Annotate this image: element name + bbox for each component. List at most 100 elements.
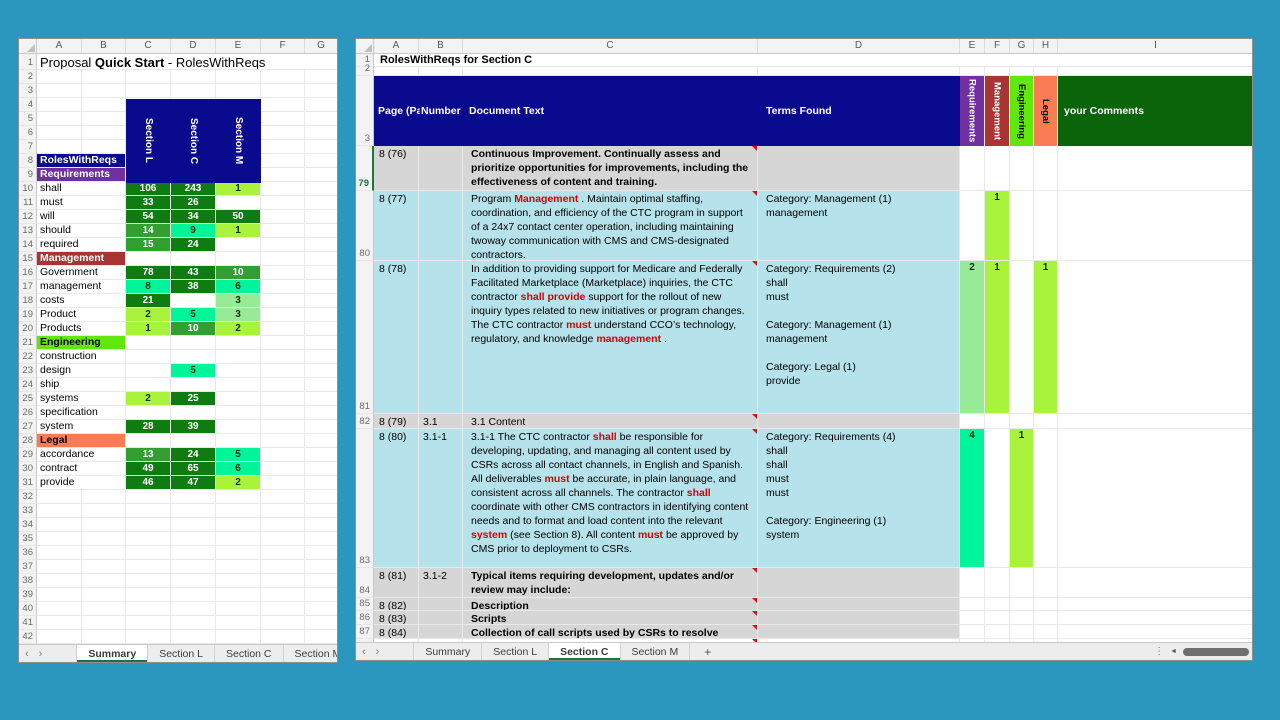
empty-cell[interactable] <box>126 602 171 616</box>
term-count-cell[interactable]: 5 <box>171 308 216 322</box>
empty-cell[interactable] <box>216 504 261 518</box>
sheet-nav-left-icon[interactable]: ‹ <box>362 646 366 658</box>
select-all-corner[interactable] <box>19 39 37 53</box>
empty-cell[interactable] <box>261 490 305 504</box>
empty-cell[interactable] <box>261 266 305 280</box>
document-text-cell[interactable]: Description <box>463 598 758 611</box>
empty-cell[interactable] <box>985 67 1010 76</box>
column-header[interactable]: C <box>126 39 171 53</box>
term-count-cell[interactable]: 10 <box>171 322 216 336</box>
empty-cell[interactable] <box>82 126 126 140</box>
column-header[interactable]: C <box>463 39 758 53</box>
empty-cell[interactable] <box>216 616 261 630</box>
workbook-title-cell[interactable]: Proposal Quick Start - RolesWithReqs <box>37 54 337 70</box>
empty-cell[interactable] <box>216 602 261 616</box>
term-label-cell[interactable]: should <box>37 224 126 238</box>
empty-cell[interactable] <box>126 588 171 602</box>
empty-cell[interactable] <box>985 429 1010 568</box>
number-cell[interactable] <box>419 625 463 639</box>
empty-cell[interactable] <box>1034 146 1058 191</box>
row-header[interactable]: 23 <box>19 364 37 378</box>
empty-cell[interactable] <box>37 616 82 630</box>
row-header[interactable]: 25 <box>19 392 37 406</box>
empty-cell[interactable] <box>1034 625 1058 639</box>
term-count-cell[interactable]: 65 <box>171 462 216 476</box>
empty-cell[interactable] <box>305 196 337 210</box>
number-cell[interactable] <box>419 639 463 642</box>
number-cell[interactable] <box>419 146 463 191</box>
empty-cell[interactable] <box>305 518 337 532</box>
empty-cell[interactable] <box>305 420 337 434</box>
term-count-cell[interactable]: 54 <box>126 210 171 224</box>
empty-cell[interactable] <box>261 84 305 98</box>
empty-cell[interactable] <box>37 602 82 616</box>
term-count-cell[interactable]: 46 <box>126 476 171 490</box>
empty-cell[interactable] <box>261 462 305 476</box>
sheet-tab-section-c[interactable]: Section C <box>549 643 620 660</box>
term-count-cell[interactable]: 14 <box>126 224 171 238</box>
comments-cell[interactable] <box>1058 261 1252 414</box>
horizontal-scrollbar-thumb[interactable] <box>1183 648 1249 656</box>
document-text-cell[interactable]: Typical items requiring development, upd… <box>463 568 758 598</box>
empty-cell[interactable] <box>261 196 305 210</box>
column-header[interactable]: E <box>960 39 985 53</box>
empty-cell[interactable] <box>960 568 985 598</box>
row-header[interactable]: 86 <box>356 611 374 625</box>
row-header[interactable]: 1 <box>19 54 37 70</box>
row-header[interactable]: 3 <box>19 84 37 98</box>
sheet-tab-summary[interactable]: Summary <box>413 643 482 660</box>
empty-cell[interactable] <box>261 406 305 420</box>
overflow-menu-icon[interactable]: ⋮ <box>1154 646 1164 657</box>
page-para-cell[interactable]: 8 (79) <box>374 414 419 429</box>
empty-cell[interactable] <box>985 611 1010 625</box>
empty-cell[interactable] <box>171 560 216 574</box>
empty-cell[interactable] <box>261 392 305 406</box>
column-header[interactable]: G <box>1010 39 1034 53</box>
category-header-cell[interactable]: Requirements <box>37 168 126 182</box>
term-count-cell[interactable]: 10 <box>216 266 261 280</box>
empty-cell[interactable] <box>82 98 126 112</box>
empty-cell[interactable] <box>171 504 216 518</box>
empty-cell[interactable] <box>126 532 171 546</box>
document-text-cell[interactable]: Collection of call scripts used by CSRs … <box>463 625 758 639</box>
term-count-cell[interactable]: 2 <box>126 392 171 406</box>
row-header[interactable]: 41 <box>19 616 37 630</box>
term-label-cell[interactable]: Government <box>37 266 126 280</box>
empty-cell[interactable] <box>37 630 82 644</box>
page-para-cell[interactable]: 8 (83) <box>374 611 419 625</box>
term-label-cell[interactable]: Products <box>37 322 126 336</box>
term-count-cell[interactable]: 13 <box>126 448 171 462</box>
comments-cell[interactable] <box>1058 191 1252 261</box>
column-header[interactable]: E <box>216 39 261 53</box>
sheet-tab-section-l[interactable]: Section L <box>148 645 215 662</box>
row-header[interactable]: 21 <box>19 336 37 350</box>
empty-cell[interactable] <box>126 504 171 518</box>
empty-cell[interactable] <box>171 574 216 588</box>
term-label-cell[interactable]: Product <box>37 308 126 322</box>
add-sheet-button[interactable]: + <box>690 643 725 660</box>
column-header[interactable]: F <box>261 39 305 53</box>
empty-cell[interactable] <box>171 350 216 364</box>
empty-cell[interactable] <box>82 602 126 616</box>
row-header[interactable]: 34 <box>19 518 37 532</box>
empty-cell[interactable] <box>37 574 82 588</box>
number-cell[interactable] <box>419 261 463 414</box>
number-cell[interactable]: 3.1 <box>419 414 463 429</box>
row-header[interactable]: 80 <box>356 191 374 261</box>
terms-found-cell[interactable] <box>758 611 960 625</box>
row-header[interactable]: 14 <box>19 238 37 252</box>
empty-cell[interactable] <box>261 616 305 630</box>
row-header[interactable]: 42 <box>19 630 37 644</box>
term-count-cell[interactable]: 38 <box>171 280 216 294</box>
sheet-title-cell[interactable]: RolesWithReqs for Section C <box>374 54 1252 67</box>
row-header[interactable]: 15 <box>19 252 37 266</box>
row-header[interactable]: 22 <box>19 350 37 364</box>
empty-cell[interactable] <box>37 70 82 84</box>
empty-cell[interactable] <box>171 406 216 420</box>
term-count-cell[interactable]: 34 <box>171 210 216 224</box>
empty-cell[interactable] <box>216 490 261 504</box>
sheet-nav-right-icon[interactable]: › <box>376 646 380 658</box>
column-header[interactable]: G <box>305 39 338 53</box>
empty-cell[interactable] <box>960 611 985 625</box>
term-count-cell[interactable]: 49 <box>126 462 171 476</box>
